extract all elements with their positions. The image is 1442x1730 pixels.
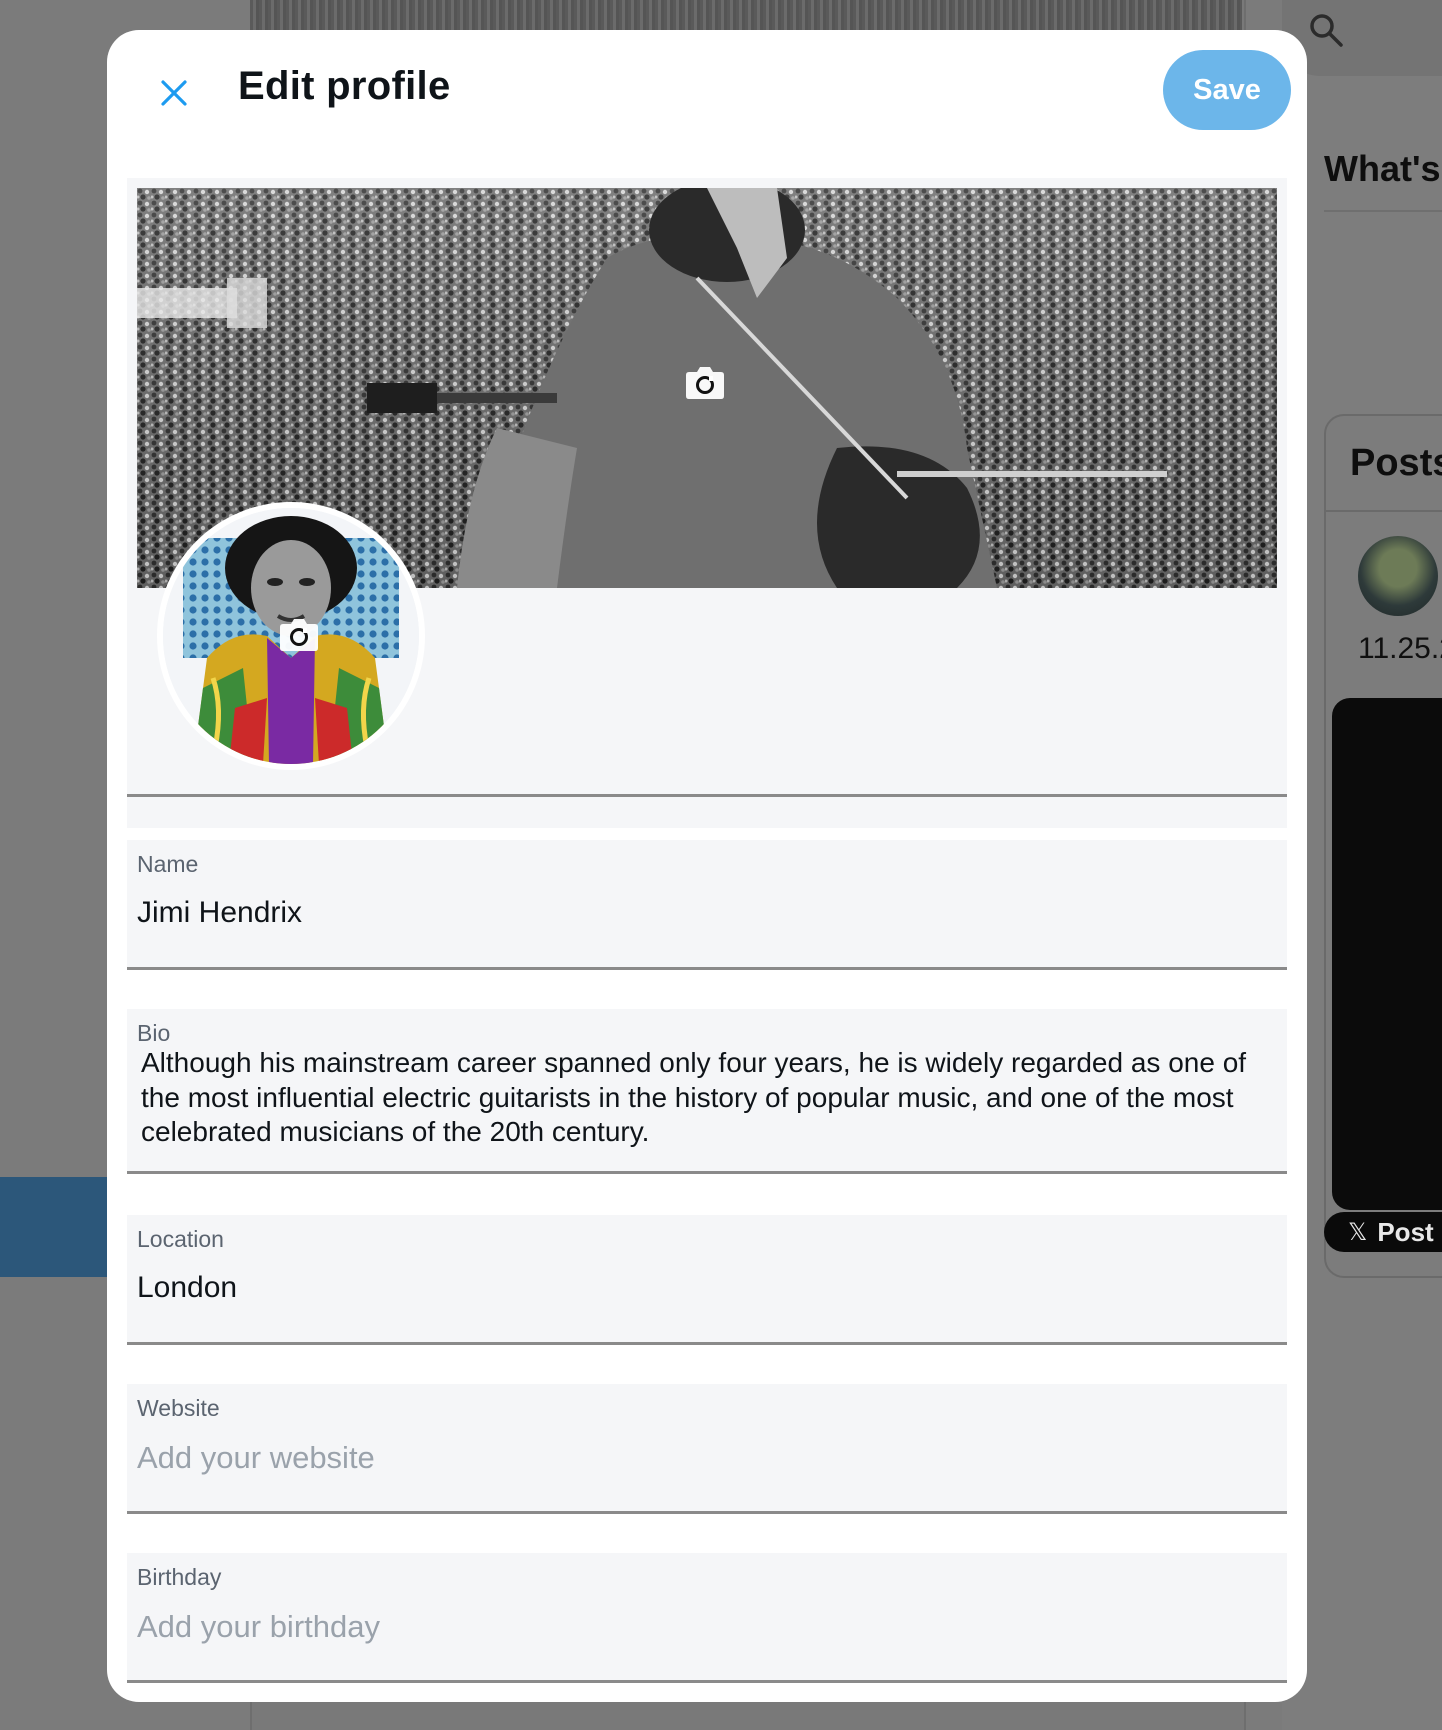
background-photo [250,0,1242,32]
search-icon [1310,14,1343,47]
save-button[interactable]: Save [1163,50,1291,130]
background-divider [1324,210,1442,212]
location-label: Location [137,1226,224,1252]
background-divider [1326,510,1442,512]
profile-media-section [127,178,1287,828]
background-posts-heading: Posts [1350,442,1442,484]
birthday-label: Birthday [137,1564,222,1590]
background-trends-heading: What's [1324,148,1441,189]
background-avatar [1358,536,1438,616]
bio-field[interactable]: Bio Although his mainstream career spann… [127,1009,1287,1174]
birthday-field[interactable]: Birthday Add your birthday [127,1553,1287,1683]
edit-profile-modal: Edit profile Save Name Jimi Hendrix Bio … [107,30,1307,1702]
background-post-date: 11.25.2 [1358,632,1442,665]
background-x-post-label: Post [1377,1216,1434,1247]
birthday-input[interactable]: Add your birthday [137,1609,380,1645]
location-input[interactable]: London [137,1271,237,1305]
website-field[interactable]: Website Add your website [127,1384,1287,1514]
website-input[interactable]: Add your website [137,1440,375,1476]
avatar-photo [163,508,419,764]
name-input[interactable]: Jimi Hendrix [137,896,302,930]
camera-icon[interactable] [685,364,725,400]
background-sidebar-highlight [0,1177,108,1277]
bio-textarea[interactable]: Although his mainstream career spanned o… [141,1046,1257,1150]
name-label: Name [137,851,199,877]
modal-title: Edit profile [238,64,451,108]
profile-avatar[interactable] [157,502,425,770]
bio-label: Bio [137,1020,171,1046]
background-video [1332,698,1442,1210]
name-field[interactable]: Name Jimi Hendrix [127,840,1287,970]
close-button[interactable] [147,66,201,120]
close-icon [161,80,187,106]
website-label: Website [137,1395,220,1421]
modal-header: Edit profile Save [107,30,1307,150]
media-section-divider [127,794,1287,797]
camera-icon[interactable] [279,616,319,652]
location-field[interactable]: Location London [127,1215,1287,1345]
x-logo-icon: 𝕏 [1348,1218,1368,1246]
background-x-post-button: 𝕏 Post [1324,1212,1442,1252]
